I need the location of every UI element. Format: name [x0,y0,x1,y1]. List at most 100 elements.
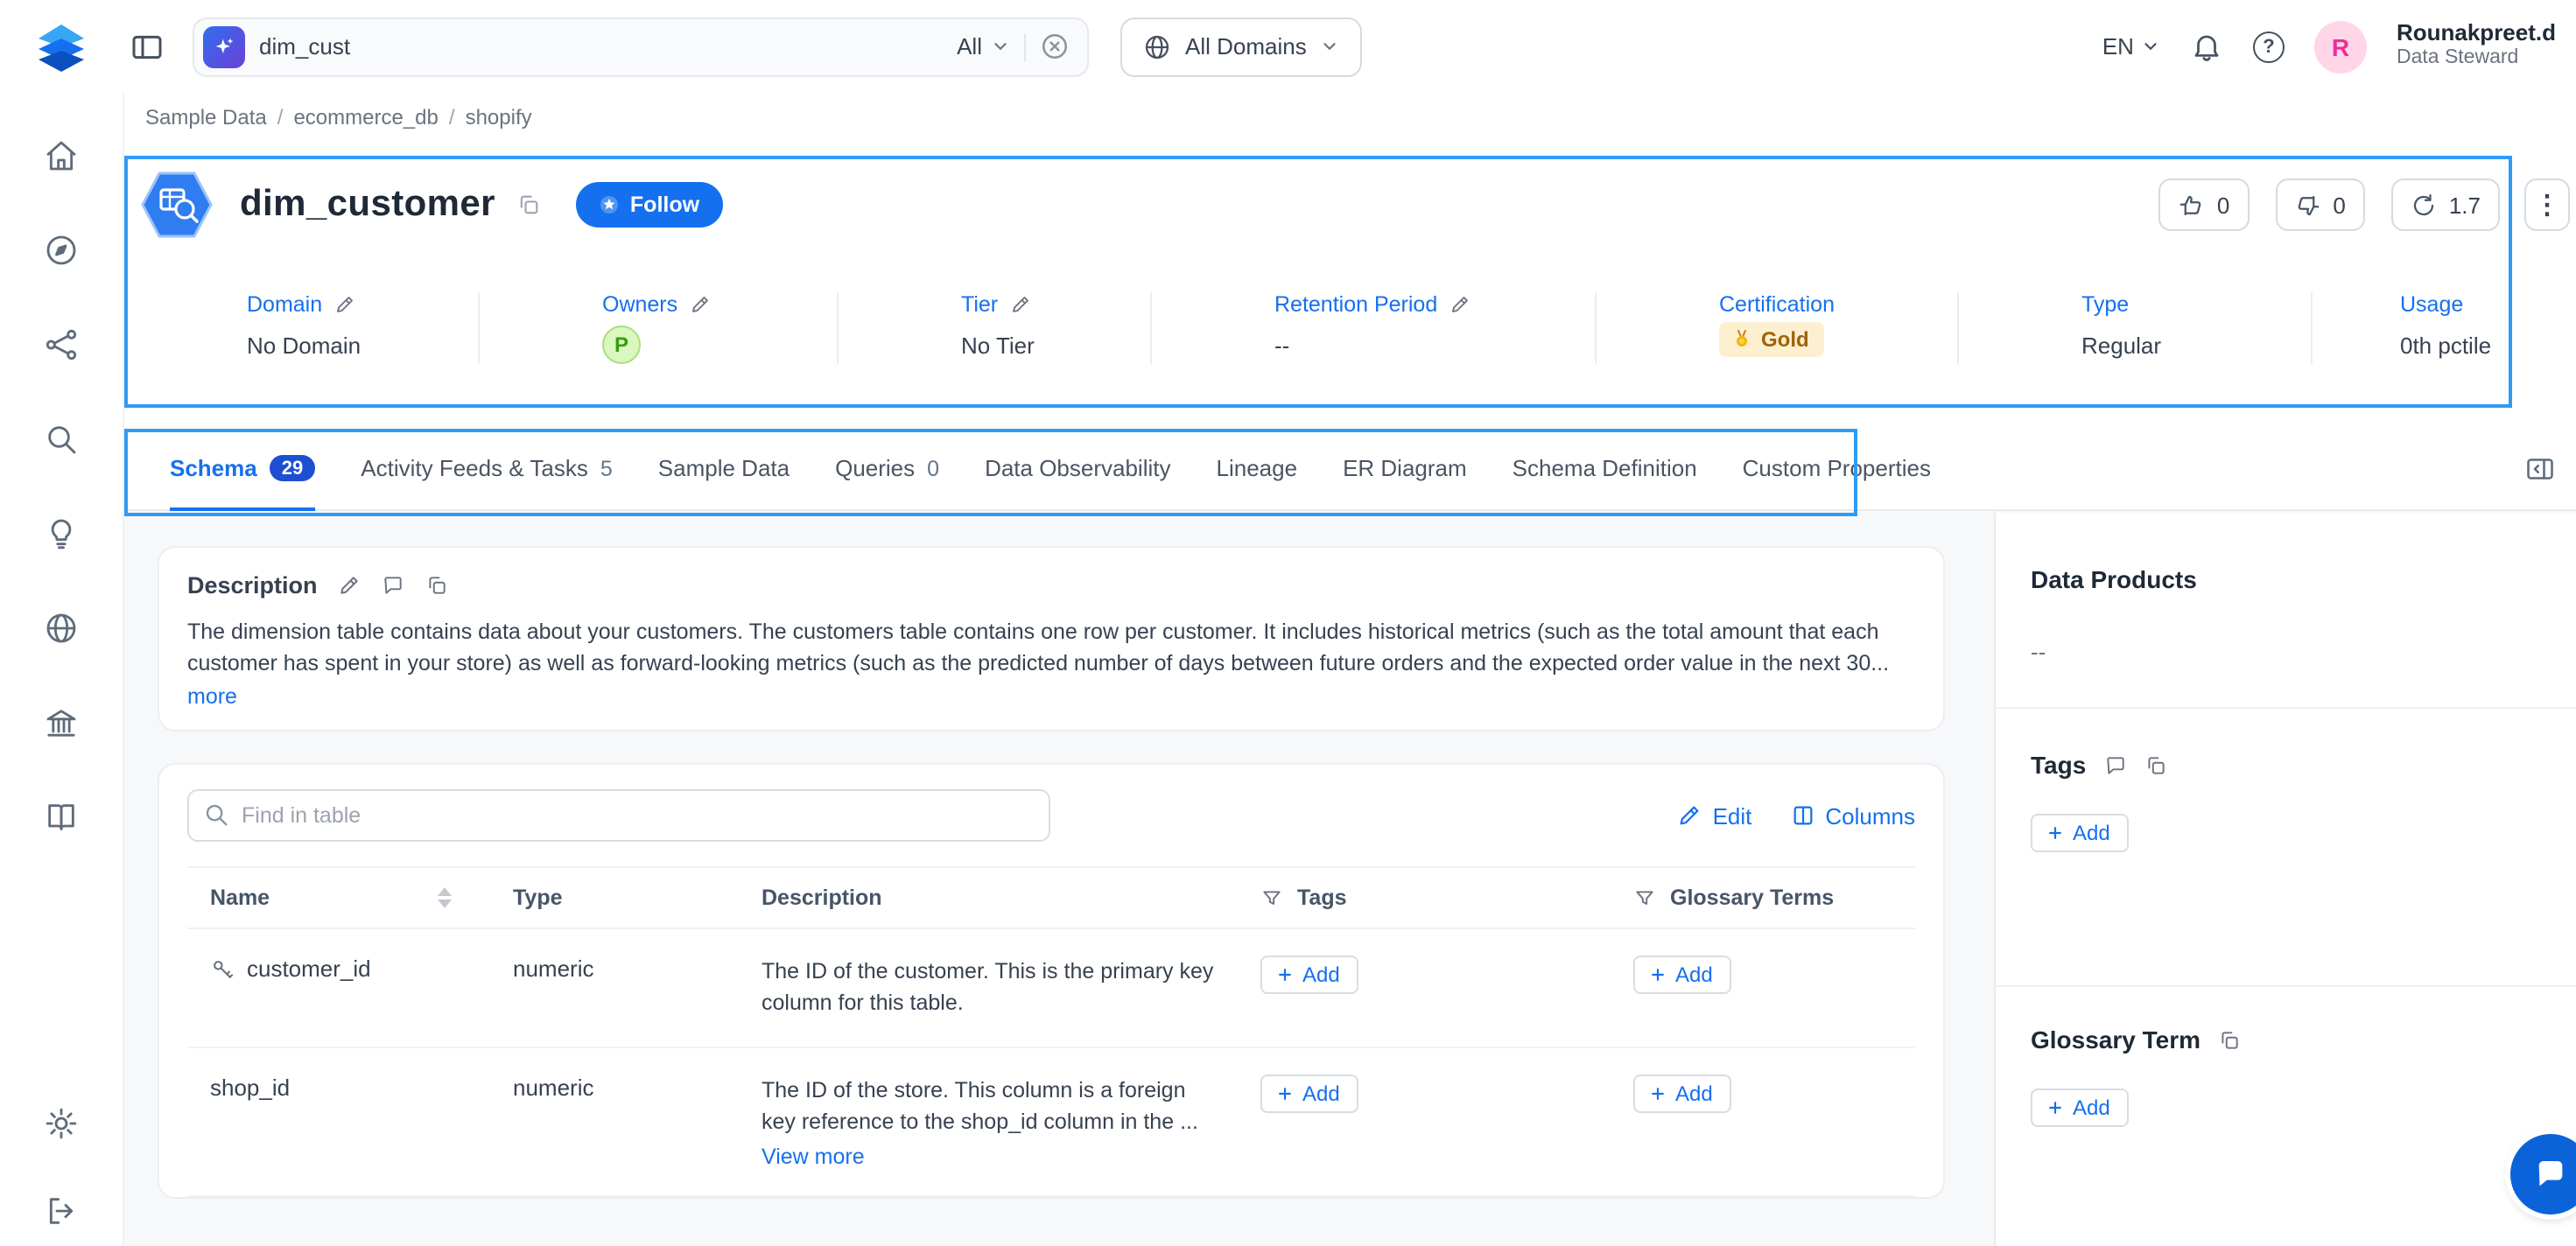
global-search-input[interactable] [259,33,943,60]
thumbs-down-icon [2294,192,2320,218]
copy-icon[interactable] [516,192,541,217]
columns-table-card: Edit Columns Name Type Description [158,764,1945,1199]
breadcrumb-item[interactable]: Sample Data [145,105,267,130]
sidebar-item-observability[interactable] [44,422,79,457]
column-name[interactable]: shop_id [210,1074,290,1100]
clear-search-icon[interactable] [1040,32,1070,61]
column-header-tags: Tags [1238,869,1611,928]
plus-icon [1649,967,1667,984]
add-tag-button[interactable]: Add [1260,956,1359,995]
column-description: The ID of the store. This column is a fo… [762,1074,1220,1138]
copy-icon[interactable] [2144,753,2166,776]
more-actions-button[interactable]: ⋮ [2524,178,2570,231]
meta-domain: Domain No Domain [124,292,480,364]
column-header-name[interactable]: Name [187,869,490,928]
sidebar-item-explore[interactable] [44,233,79,268]
add-tag-button[interactable]: Add [1260,1074,1359,1112]
description-more-link[interactable]: more [187,685,237,710]
plus-icon [1276,1084,1294,1102]
meta-tier: Tier No Tier [839,292,1152,364]
ai-sparkle-icon[interactable] [203,25,245,67]
user-avatar[interactable]: R [2314,20,2367,73]
version-button[interactable]: 1.7 [2391,178,2500,231]
breadcrumb: Sample Data / ecommerce_db / shopify [124,93,2576,142]
columns-config-button[interactable]: Columns [1790,803,1915,830]
comment-icon[interactable] [2103,753,2126,776]
upvote-button[interactable]: 0 [2159,178,2249,231]
collapse-panel-icon[interactable] [2524,452,2556,484]
help-icon[interactable]: ? [2253,31,2285,62]
openmetadata-logo[interactable] [32,17,91,76]
sidebar-item-home[interactable] [44,138,79,173]
tab-er-diagram[interactable]: ER Diagram [1343,427,1467,509]
sort-icon[interactable] [438,888,452,909]
primary-key-icon [210,957,235,982]
table-row: customer_id numeric The ID of the custom… [187,930,1915,1048]
tab-activity-feeds[interactable]: Activity Feeds & Tasks 5 [361,427,613,509]
meta-usage: Usage 0th pctile [2313,292,2576,364]
plus-icon [1649,1084,1667,1102]
column-name[interactable]: customer_id [247,956,371,983]
tab-lineage[interactable]: Lineage [1217,427,1298,509]
chevron-down-icon [991,37,1010,56]
breadcrumb-item[interactable]: ecommerce_db [293,105,438,130]
data-products-value: -- [2031,639,2542,665]
tab-schema-definition[interactable]: Schema Definition [1513,427,1697,509]
search-scope-dropdown[interactable]: All [957,33,1010,60]
sidebar-item-glossary[interactable] [44,800,79,835]
sidebar-toggle-icon[interactable] [130,29,165,64]
edit-icon[interactable] [690,294,711,315]
copy-icon[interactable] [2218,1028,2241,1051]
sidebar-item-data-insights[interactable] [44,327,79,362]
filter-icon[interactable] [1260,887,1283,910]
notifications-bell-icon[interactable] [2190,30,2223,63]
language-dropdown[interactable]: EN [2102,33,2160,60]
domains-dropdown[interactable]: All Domains [1120,17,1363,76]
description-text: The dimension table contains data about … [187,616,1912,680]
comment-icon[interactable] [383,574,405,597]
edit-icon[interactable] [1449,294,1470,315]
sidebar-item-govern[interactable] [44,705,79,740]
find-in-table-input[interactable] [187,790,1050,843]
follow-button[interactable]: Follow [576,182,722,228]
logout-icon[interactable] [44,1194,79,1228]
description-title: Description [187,572,318,598]
sidebar-item-incident-manager[interactable] [44,516,79,551]
edit-icon[interactable] [1010,294,1031,315]
edit-table-button[interactable]: Edit [1678,803,1752,830]
owner-avatar[interactable]: P [602,326,641,364]
glossary-term-section: Glossary Term Add [1996,987,2576,1127]
certification-badge: Gold [1719,322,1825,357]
add-glossary-term-button[interactable]: Add [1633,956,1732,995]
add-tag-button[interactable]: Add [2031,814,2130,852]
tab-queries[interactable]: Queries 0 [835,427,939,509]
user-info[interactable]: Rounakpreet.d Data Steward [2397,22,2556,71]
user-role: Data Steward [2397,48,2556,71]
divider [1024,32,1026,60]
add-glossary-term-button[interactable]: Add [1633,1074,1732,1112]
add-glossary-term-button[interactable]: Add [2031,1088,2130,1127]
sidebar-item-domains[interactable] [44,611,79,646]
data-products-section: Data Products -- [1996,513,2576,709]
copy-icon[interactable] [426,574,449,597]
filter-icon[interactable] [1633,887,1656,910]
plus-icon [1276,967,1294,984]
entity-metadata-row: Domain No Domain Owners P Tier No Tier R… [124,247,2576,402]
downvote-button[interactable]: 0 [2275,178,2364,231]
global-search-bar[interactable]: All [193,17,1089,76]
view-more-link[interactable]: View more [762,1144,865,1169]
settings-gear-icon[interactable] [44,1106,79,1141]
column-type: numeric [490,930,739,1009]
edit-icon[interactable] [334,294,355,315]
chevron-down-icon [2141,37,2160,56]
edit-icon[interactable] [339,574,361,597]
description-card: Description The dimension table contains… [158,546,1945,732]
table-header-row: Name Type Description Tags Glossary Term… [187,867,1915,930]
tab-schema[interactable]: Schema 29 [170,427,315,509]
tab-sample-data[interactable]: Sample Data [658,427,790,509]
table-entity-icon [138,166,215,243]
tab-data-observability[interactable]: Data Observability [985,427,1170,509]
tab-custom-properties[interactable]: Custom Properties [1743,427,1931,509]
breadcrumb-item[interactable]: shopify [466,105,532,130]
page-title: dim_customer [240,184,495,226]
